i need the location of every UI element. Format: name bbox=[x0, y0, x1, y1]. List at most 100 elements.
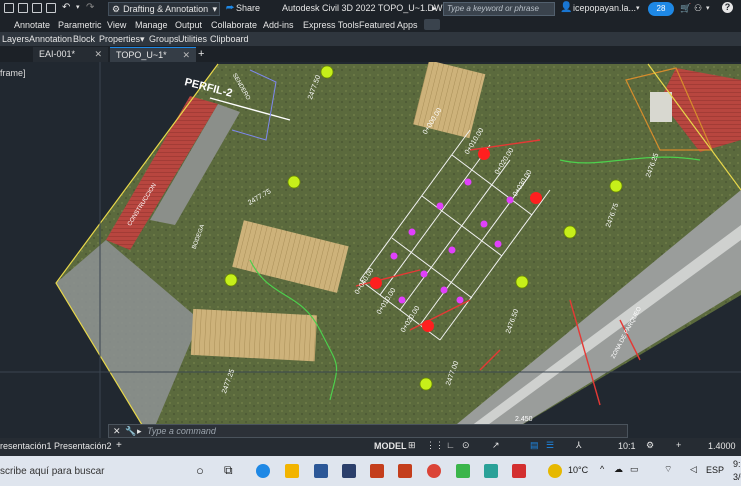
panel-layers[interactable]: Layers bbox=[2, 34, 29, 44]
new-layout-icon[interactable]: + bbox=[116, 440, 122, 451]
file-tab[interactable]: EAI-001* ✕ bbox=[33, 47, 108, 62]
ribbon-tab-bar: Annotate Parametric View Manage Output C… bbox=[0, 18, 741, 32]
photos-icon[interactable] bbox=[456, 464, 470, 478]
share-icon[interactable]: ⮫ bbox=[226, 3, 234, 14]
workspace-dropdown[interactable]: ⚙ Drafting & Annotation ▾ bbox=[108, 2, 220, 16]
viewport-label[interactable]: frame] bbox=[0, 68, 26, 78]
file-tab-bar: EAI-001* ✕ TOPO_U~1* ✕ + bbox=[0, 46, 741, 62]
people-icon[interactable]: ⚇ bbox=[694, 3, 702, 14]
network-icon[interactable]: ⌔ bbox=[664, 464, 672, 475]
file-tab-active[interactable]: TOPO_U~1* ✕ bbox=[110, 47, 196, 62]
civil3d-icon[interactable] bbox=[484, 464, 498, 478]
battery-icon[interactable]: ▭ bbox=[630, 464, 639, 475]
cortana-icon[interactable]: ○ bbox=[196, 463, 204, 478]
selection-icon[interactable]: ☰ bbox=[546, 440, 554, 451]
explorer-icon[interactable] bbox=[285, 464, 299, 478]
print-icon[interactable] bbox=[46, 3, 56, 13]
weather-icon bbox=[548, 464, 562, 478]
ribbon-tab-output[interactable]: Output bbox=[175, 20, 202, 30]
building-wall bbox=[650, 92, 672, 122]
store-icon[interactable] bbox=[314, 464, 328, 478]
volume-icon[interactable]: ◁ bbox=[690, 464, 697, 475]
cart-icon[interactable]: 🛒 bbox=[680, 3, 691, 14]
annotation-icon[interactable]: ⅄ bbox=[576, 440, 582, 451]
gear-icon[interactable]: ⚙ bbox=[646, 440, 654, 451]
container bbox=[190, 308, 318, 362]
grid-icon[interactable]: ⊞ bbox=[408, 440, 416, 451]
app-menu-icon[interactable] bbox=[4, 3, 14, 13]
ribbon-tab-view[interactable]: View bbox=[107, 20, 126, 30]
taskbar-search[interactable]: scribe aquí para buscar bbox=[0, 466, 105, 477]
chevron-up-icon[interactable]: ^ bbox=[600, 464, 604, 474]
panel-annotation[interactable]: Annotation bbox=[29, 34, 72, 44]
workspace-label: Drafting & Annotation bbox=[123, 4, 209, 14]
elevation-label: 2.450 bbox=[515, 416, 533, 423]
task-view-icon[interactable]: ⧉ bbox=[224, 463, 233, 478]
ribbon-tab-parametric[interactable]: Parametric bbox=[58, 20, 102, 30]
title-bar: ↶ ▾ ↷ ⚙ Drafting & Annotation ▾ ⮫ Share … bbox=[0, 0, 741, 18]
acrobat-icon[interactable] bbox=[512, 464, 526, 478]
undo-dropdown-icon[interactable]: ▾ bbox=[76, 3, 80, 11]
close-icon[interactable]: ✕ bbox=[182, 48, 190, 63]
clock-date[interactable]: 3/0 bbox=[733, 472, 741, 482]
ribbon-tab-collaborate[interactable]: Collaborate bbox=[211, 20, 257, 30]
layout-tab[interactable]: Presentación2 bbox=[54, 441, 112, 451]
ribbon-tab-addins[interactable]: Add-ins bbox=[263, 20, 294, 30]
ribbon-tab-featured-apps[interactable]: Featured Apps bbox=[359, 20, 418, 30]
powerpoint-icon[interactable] bbox=[370, 464, 384, 478]
close-icon[interactable]: ✕ bbox=[113, 426, 121, 437]
undo-icon[interactable]: ↶ bbox=[62, 2, 70, 13]
chrome-icon[interactable] bbox=[427, 464, 441, 478]
temperature[interactable]: 10°C bbox=[568, 465, 588, 475]
saveas-icon[interactable] bbox=[32, 3, 42, 13]
chevron-down-icon: ▾ bbox=[212, 3, 217, 14]
mail-icon[interactable] bbox=[342, 464, 356, 478]
prompt-icon: ▸ bbox=[137, 426, 142, 436]
file-tab-label: TOPO_U~1* bbox=[116, 50, 167, 60]
help-icon[interactable]: ? bbox=[722, 2, 733, 13]
plus-icon[interactable]: + bbox=[676, 440, 681, 450]
panel-properties[interactable]: Properties bbox=[99, 34, 140, 44]
ortho-icon[interactable]: ∟ bbox=[446, 440, 455, 450]
new-tab-icon[interactable]: + bbox=[198, 48, 204, 60]
redo-icon[interactable]: ↷ bbox=[86, 2, 94, 13]
file-tab-label: EAI-001* bbox=[39, 49, 76, 59]
ribbon-tab-express-tools[interactable]: Express Tools bbox=[303, 20, 359, 30]
model-button[interactable]: MODEL bbox=[374, 441, 407, 451]
polar-icon[interactable]: ⊙ bbox=[462, 440, 470, 451]
ribbon-tab-manage[interactable]: Manage bbox=[135, 20, 168, 30]
save-icon[interactable] bbox=[18, 3, 28, 13]
panel-groups[interactable]: Groups bbox=[149, 34, 179, 44]
search-input[interactable]: Type a keyword or phrase bbox=[443, 2, 555, 16]
powerpoint-icon[interactable] bbox=[398, 464, 412, 478]
notification-badge[interactable]: 28 bbox=[648, 2, 674, 16]
osnap-icon[interactable]: ↗ bbox=[492, 440, 500, 451]
share-button[interactable]: Share bbox=[236, 3, 260, 13]
close-icon[interactable]: ✕ bbox=[94, 47, 102, 62]
user-name[interactable]: icepopayan.la... bbox=[573, 3, 636, 13]
chevron-right-icon[interactable]: ▸ bbox=[432, 3, 437, 14]
layout-tab[interactable]: resentación1 bbox=[0, 441, 52, 451]
annotation-scale[interactable]: 10:1 bbox=[618, 441, 636, 451]
panel-utilities[interactable]: Utilities bbox=[178, 34, 207, 44]
status-bar: resentación1 Presentación2 + MODEL ⊞ ⋮⋮ … bbox=[0, 438, 741, 456]
chevron-down-icon[interactable]: ▾ bbox=[636, 4, 640, 12]
ribbon-tab-annotate[interactable]: Annotate bbox=[14, 20, 50, 30]
language-indicator[interactable]: ESP bbox=[706, 465, 724, 475]
snap-icon[interactable]: ⋮⋮ bbox=[426, 440, 444, 451]
chevron-down-icon[interactable]: ▾ bbox=[140, 34, 145, 45]
chevron-down-icon[interactable]: ▾ bbox=[706, 4, 710, 12]
panel-block[interactable]: Block bbox=[73, 34, 95, 44]
zoom-value[interactable]: 1.4000 bbox=[708, 441, 736, 451]
lineweight-icon[interactable]: ▤ bbox=[530, 440, 539, 451]
edge-icon[interactable] bbox=[256, 464, 270, 478]
wrench-icon[interactable]: 🔧 bbox=[125, 426, 136, 437]
drawing-viewport[interactable]: frame] PERFIL-2 2477.50 2477.75 2476.25 … bbox=[0, 62, 741, 438]
onedrive-icon[interactable]: ☁ bbox=[614, 464, 623, 475]
command-input[interactable]: Type a command bbox=[147, 426, 216, 436]
command-line[interactable]: ✕ 🔧 ▸ Type a command bbox=[108, 424, 628, 438]
drawing-canvas bbox=[0, 62, 741, 438]
ribbon-minimize-icon[interactable] bbox=[424, 19, 440, 30]
clock-time[interactable]: 9:1 bbox=[733, 459, 741, 469]
panel-clipboard[interactable]: Clipboard bbox=[210, 34, 249, 44]
